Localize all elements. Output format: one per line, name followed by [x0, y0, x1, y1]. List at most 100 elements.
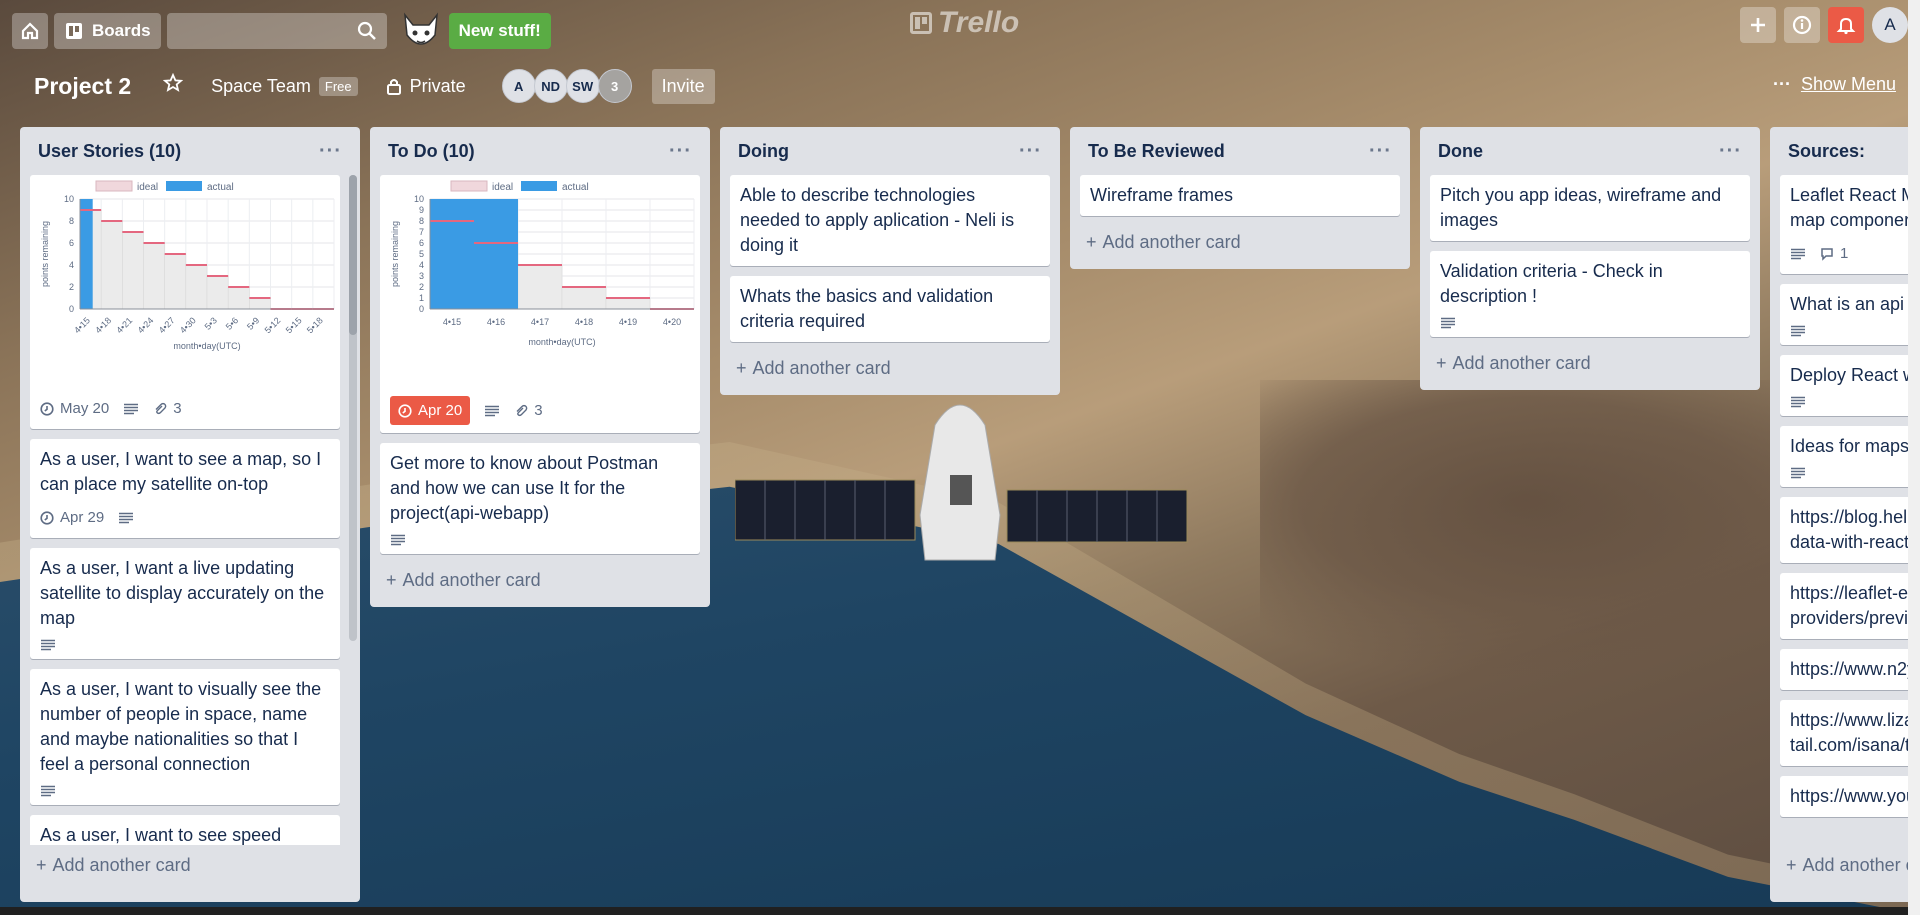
search-icon [357, 21, 376, 40]
list-card[interactable]: Pitch you app ideas, wireframe and image… [1430, 175, 1750, 241]
y-tick-label: 0 [69, 304, 74, 314]
comments-count: 1 [1840, 245, 1849, 262]
list-card[interactable]: https://www.you... ... [1780, 776, 1908, 817]
show-menu-button[interactable]: ··· Show Menu [1773, 74, 1896, 95]
home-button[interactable] [12, 13, 48, 49]
list-card[interactable]: As a user, I want to see a map, so I can… [30, 439, 340, 538]
list-card[interactable]: Get more to know about Postman and how w… [380, 443, 700, 554]
list-title[interactable]: Sources: [1788, 141, 1865, 162]
y-tick-label: 6 [69, 238, 74, 248]
y-tick-label: 5 [419, 249, 424, 259]
card-badges [1790, 396, 1908, 408]
add-card-button[interactable]: + Add another card [380, 564, 700, 597]
plus-icon: + [1436, 353, 1447, 373]
list-card[interactable]: https://blog.hello... data-with-react-..… [1780, 497, 1908, 563]
actual-bar [80, 199, 93, 309]
list-scrollbar[interactable] [349, 175, 357, 641]
new-stuff-button[interactable]: New stuff! [448, 13, 551, 49]
y-tick-label: 10 [414, 194, 424, 204]
plus-icon: + [1086, 232, 1097, 252]
card-badges [40, 785, 330, 797]
list-menu-icon[interactable]: ··· [669, 140, 692, 163]
list-title[interactable]: To Be Reviewed [1088, 141, 1225, 162]
x-tick-label: 5•6 [224, 315, 240, 331]
more-members-badge[interactable]: 3 [597, 69, 632, 103]
invite-button[interactable]: Invite [651, 68, 715, 104]
team-button[interactable]: Space Team Free [201, 72, 367, 101]
burndown-chart-card[interactable]: ideal actual 0 2 4 6 8 10 4•15 4•18 4•21 4•24 4•27 4•… [30, 175, 340, 429]
list-title[interactable]: To Do (10) [388, 141, 475, 162]
description-icon [119, 512, 134, 523]
list-card[interactable]: https://leaflet-ex... providers/previe..… [1780, 573, 1908, 639]
member-avatar[interactable]: A [501, 69, 536, 103]
list-menu-icon[interactable]: ··· [1369, 140, 1392, 163]
add-card-button[interactable]: + Add another card [1080, 226, 1400, 259]
window-scrollbar[interactable] [1908, 0, 1920, 915]
search-input[interactable] [166, 13, 387, 49]
star-icon[interactable] [153, 69, 193, 103]
list-card[interactable]: Leaflet React M... map componen... 1 [1780, 175, 1908, 274]
y-axis-label: points remaining [40, 221, 50, 287]
member-avatar[interactable]: ND [533, 69, 568, 103]
add-card-label: Add another card [752, 358, 891, 378]
list-card[interactable]: As a user, I want to see speed [30, 815, 340, 845]
card-title: Validation criteria - Check in descripti… [1440, 261, 1663, 306]
description-icon [391, 534, 405, 546]
list-doing: Doing ··· Able to describe technologies … [720, 127, 1060, 395]
visibility-button[interactable]: Private [376, 72, 476, 101]
add-card-button[interactable]: + Add another card [30, 849, 350, 882]
list-header: Doing ··· [730, 127, 1050, 175]
list-header: Done ··· [1430, 127, 1750, 175]
create-button[interactable] [1740, 7, 1776, 43]
list-card[interactable]: https://www.liza... tail.com/isana/tr... [1780, 700, 1908, 766]
due-date: May 20 [60, 400, 110, 417]
list-scrollbar-thumb[interactable] [349, 175, 357, 335]
lock-icon [386, 79, 401, 95]
ideal-bar [561, 286, 607, 310]
description-icon [41, 639, 55, 651]
taco-mascot-icon[interactable] [399, 9, 443, 53]
ideal-bar [164, 253, 187, 310]
clock-icon [398, 403, 412, 418]
member-avatar[interactable]: SW [565, 69, 600, 103]
add-card-button[interactable]: + Add another card [730, 352, 1050, 385]
y-tick-label: 4 [69, 260, 74, 270]
list-card[interactable]: Whats the basics and validation criteria… [730, 276, 1050, 342]
ideal-bar [517, 264, 563, 310]
list-menu-icon[interactable]: ··· [1019, 140, 1042, 163]
list-menu-icon[interactable]: ··· [1719, 140, 1742, 163]
list-menu-icon[interactable]: ··· [319, 140, 342, 163]
user-avatar[interactable]: A [1872, 7, 1908, 43]
list-title[interactable]: User Stories (10) [38, 141, 181, 162]
notifications-button[interactable] [1828, 7, 1864, 43]
list-card[interactable]: As a user, I want to visually see the nu… [30, 669, 340, 805]
x-tick-label: 4•27 [157, 315, 177, 335]
board-name[interactable]: Project 2 [20, 69, 145, 104]
y-tick-label: 8 [419, 216, 424, 226]
due-date-badge: May 20 [40, 396, 109, 421]
x-tick-label: 4•24 [136, 315, 156, 335]
list-card[interactable]: https://www.n2y... [1780, 649, 1908, 690]
add-card-label: Add another car [1802, 855, 1908, 875]
attachments-count: 3 [534, 402, 543, 419]
list-card[interactable]: As a user, I want a live updating satell… [30, 548, 340, 659]
x-tick-label: 4•21 [114, 315, 134, 335]
description-icon [1791, 248, 1805, 259]
ideal-bar [605, 297, 651, 310]
burndown-chart-card[interactable]: ideal actual 0 1 2 3 4 5 6 7 8 9 10 4•15 4•16 4•17 4•18 4… [380, 175, 700, 433]
info-button[interactable] [1784, 7, 1820, 43]
list-title[interactable]: Done [1438, 141, 1483, 162]
list-card[interactable]: Able to describe technologies needed to … [730, 175, 1050, 266]
boards-button[interactable]: Boards [54, 13, 161, 49]
more-dots-icon: ··· [1772, 74, 1791, 94]
trello-logo[interactable]: Trello [910, 6, 1019, 40]
add-card-button[interactable]: + Add another card [1430, 347, 1750, 380]
list-title[interactable]: Doing [738, 141, 789, 162]
list-card[interactable]: What is an api - [1780, 284, 1908, 345]
list-card[interactable]: Deploy React w... [1780, 355, 1908, 416]
add-card-button[interactable]: +Add another car [1780, 849, 1908, 882]
list-card[interactable]: Validation criteria - Check in descripti… [1430, 251, 1750, 337]
boards-label: Boards [92, 21, 151, 40]
list-card[interactable]: Wireframe frames [1080, 175, 1400, 216]
list-card[interactable]: Ideas for maps [1780, 426, 1908, 487]
